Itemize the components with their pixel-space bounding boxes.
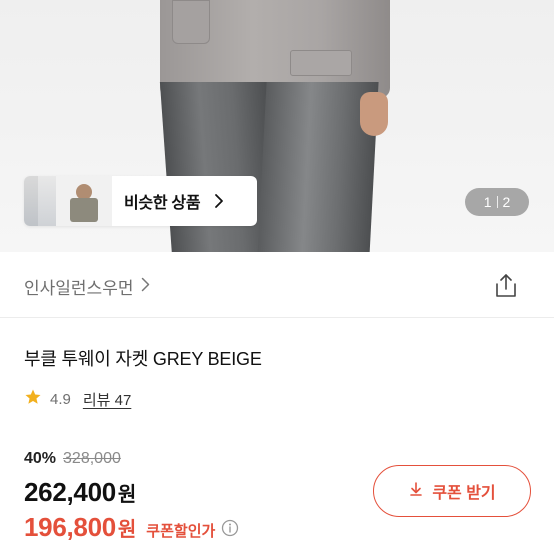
coupon-price-label: 쿠폰할인가 [146, 523, 216, 540]
coupon-price: 196,800 [24, 512, 116, 542]
similar-products-button[interactable]: 비슷한 상품 [24, 176, 257, 226]
pager-total: 2 [502, 194, 511, 210]
sale-price-unit: 원 [117, 484, 137, 506]
product-photo-pocket [172, 0, 210, 44]
get-coupon-label: 쿠폰 받기 [432, 485, 496, 502]
coupon-price-unit: 원 [117, 519, 137, 541]
similar-products-label: 비슷한 상품 [124, 195, 201, 212]
get-coupon-button[interactable]: 쿠폰 받기 [373, 465, 531, 517]
product-photo-hand [360, 92, 388, 136]
info-icon[interactable] [221, 519, 239, 537]
star-icon [24, 388, 42, 410]
similar-thumbnail [56, 176, 112, 226]
pager-current: 1 [483, 194, 492, 210]
original-price: 328,000 [63, 450, 121, 467]
brand-name: 인사일런스우먼 [24, 279, 134, 298]
similar-thumbnail [24, 176, 38, 226]
image-pager: 1 2 [465, 188, 529, 216]
chevron-right-icon [141, 277, 150, 297]
product-photo-pocket [290, 50, 352, 76]
rating-value: 4.9 [50, 390, 71, 408]
pager-divider [496, 196, 498, 208]
sale-price: 262,400 [24, 477, 116, 507]
chevron-right-icon [214, 193, 226, 209]
product-title: 부클 투웨이 자켓 GREY BEIGE [24, 349, 262, 369]
product-image-carousel[interactable]: 비슷한 상품 1 2 [0, 0, 554, 252]
review-link[interactable]: 리뷰 47 [83, 389, 131, 410]
discount-row: 40% 328,000 [24, 450, 121, 468]
discount-rate: 40% [24, 450, 57, 467]
rating-row: 4.9 리뷰 47 [24, 388, 131, 410]
sale-price-row: 262,400 원 [24, 477, 136, 508]
share-icon[interactable] [492, 272, 520, 300]
coupon-price-row: 196,800 원 쿠폰할인가 [24, 512, 239, 543]
download-icon [408, 481, 424, 502]
similar-products-thumbnails [24, 176, 112, 226]
brand-row: 인사일런스우먼 [0, 252, 554, 318]
brand-link[interactable]: 인사일런스우먼 [24, 274, 150, 299]
similar-thumbnail [38, 176, 56, 226]
